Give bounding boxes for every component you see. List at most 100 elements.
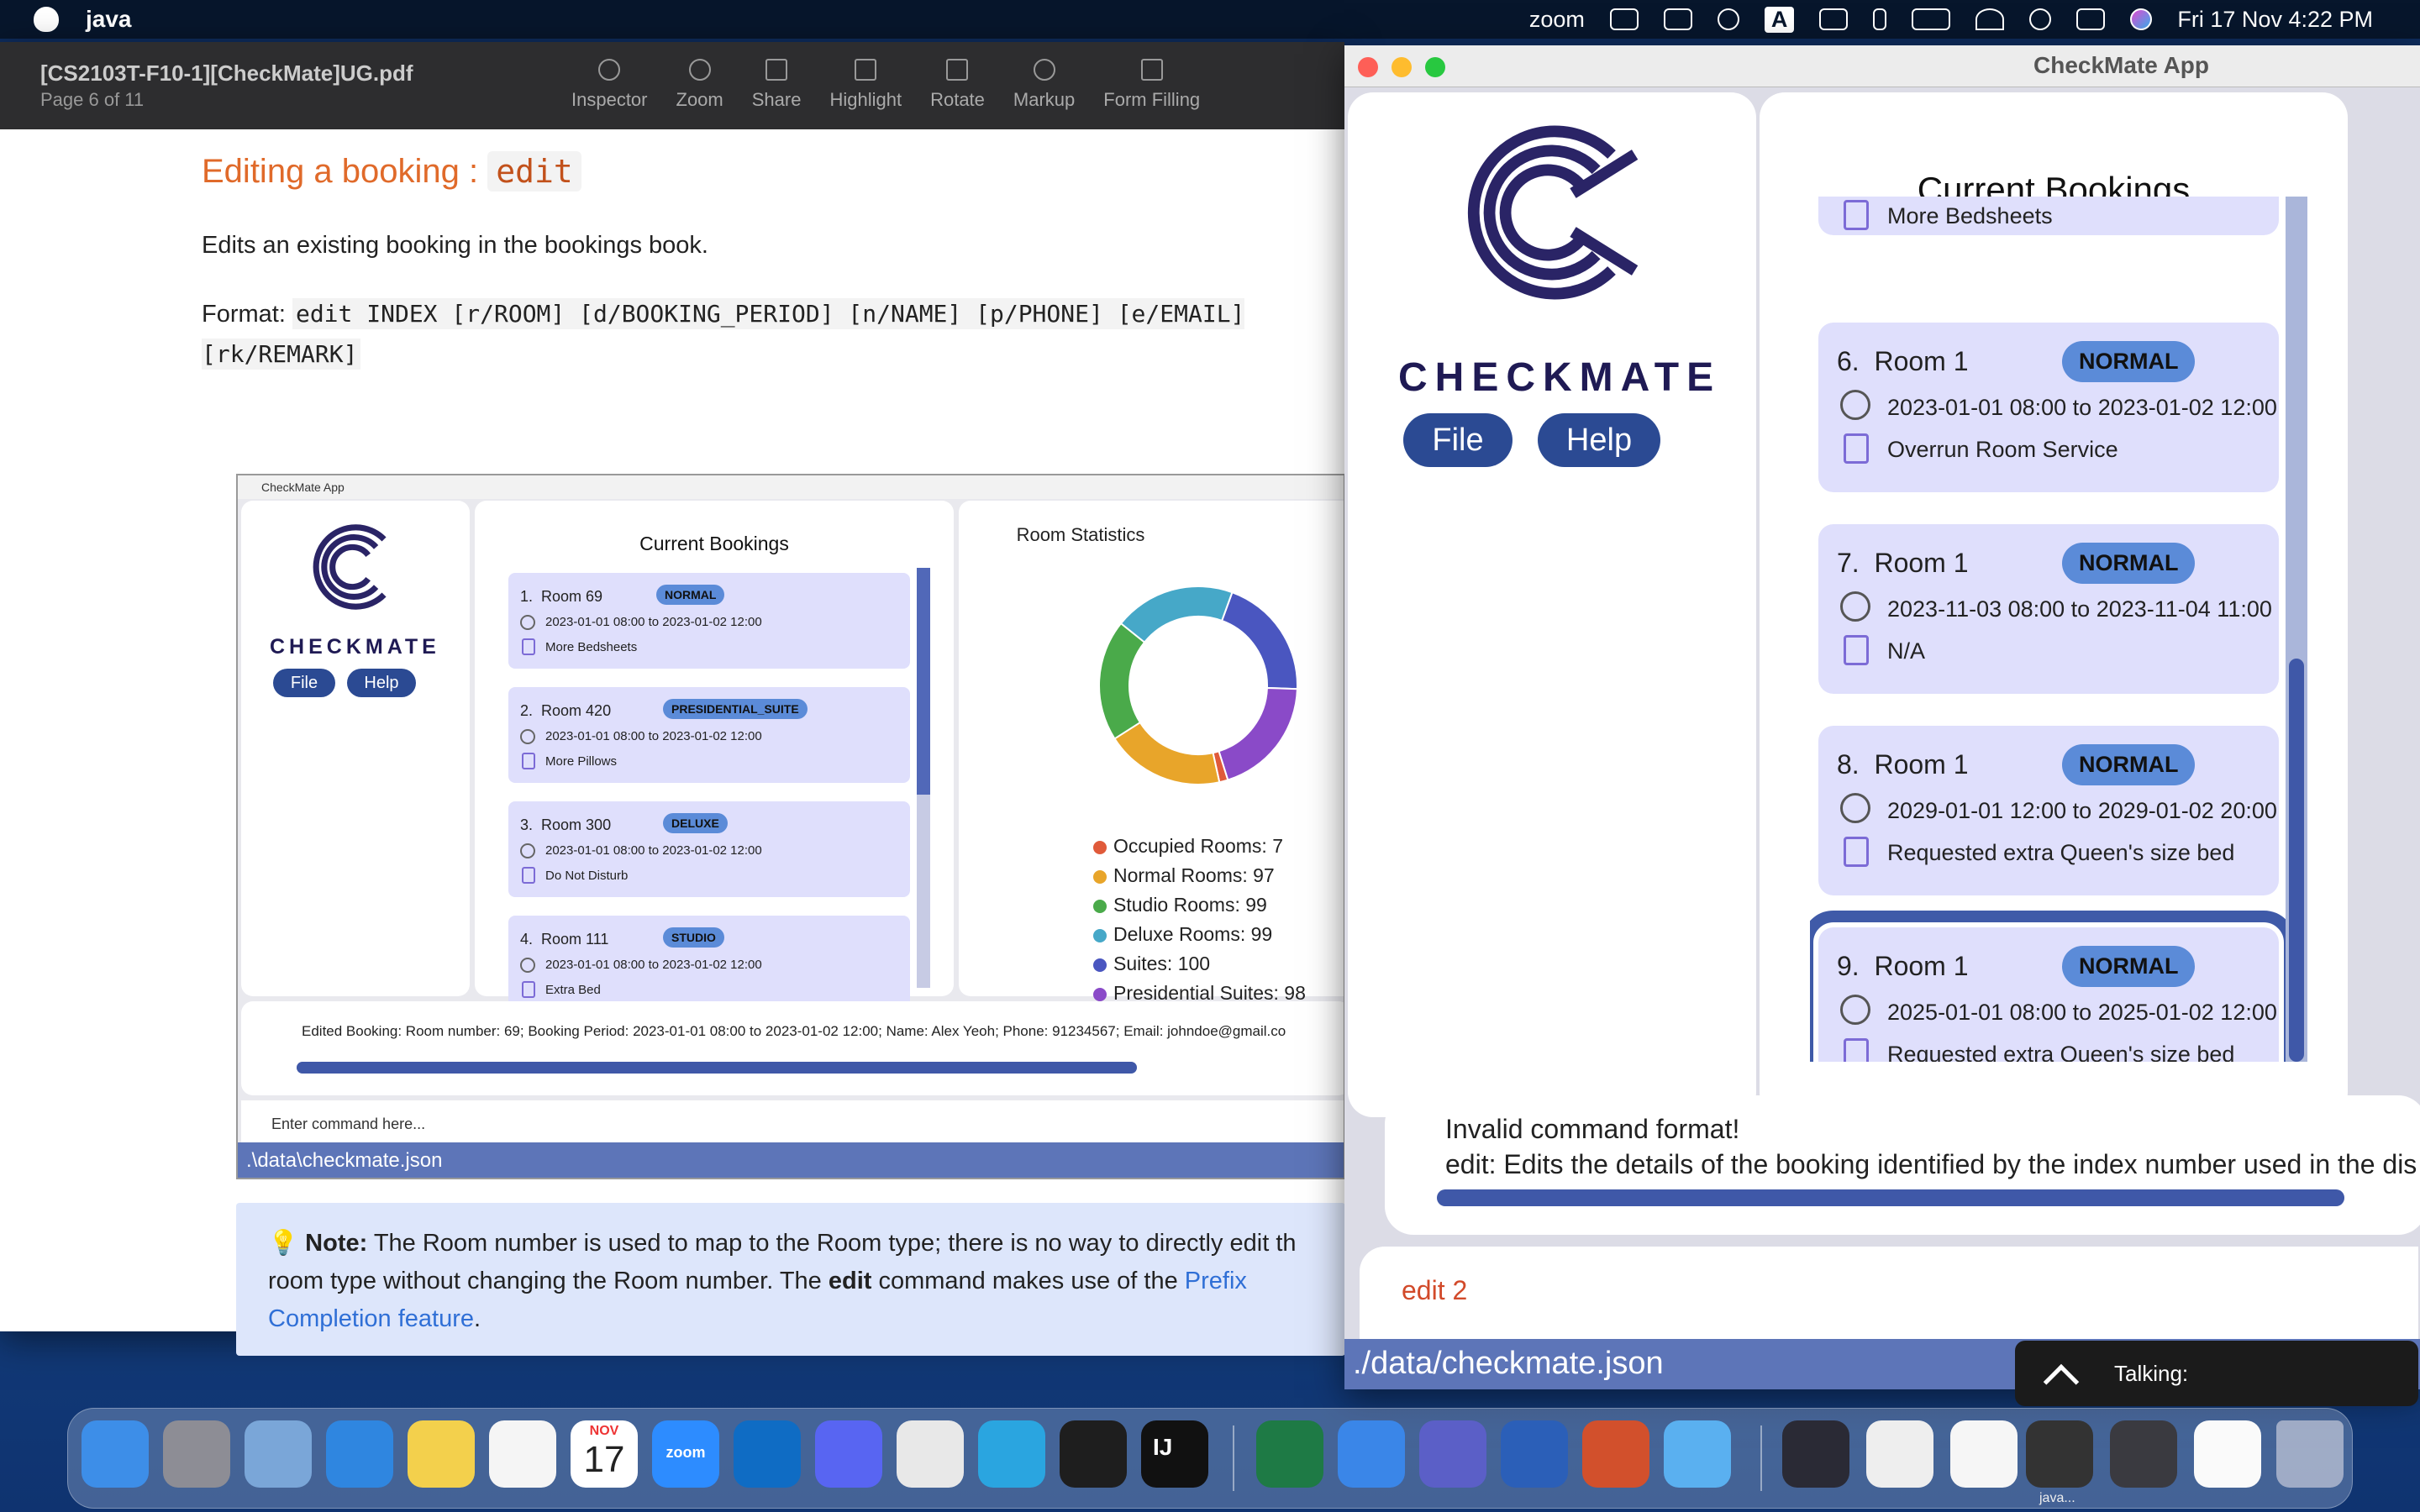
safari-icon[interactable] [326, 1420, 393, 1488]
help-button: Help [347, 669, 416, 697]
chrome-icon[interactable] [897, 1420, 964, 1488]
tool-label: Highlight [829, 89, 902, 110]
telegram-icon[interactable] [978, 1420, 1045, 1488]
scroll-thumb[interactable] [1437, 1189, 2344, 1206]
room-type-badge: NORMAL [2062, 946, 2196, 987]
minimized-window[interactable] [1866, 1420, 1933, 1488]
powerpoint-icon[interactable] [1582, 1420, 1649, 1488]
booking-remark: Requested extra Queen's size bed [1887, 1042, 2235, 1062]
calendar-icon[interactable]: NOV 17 [571, 1420, 638, 1488]
tool-label: Share [751, 89, 802, 110]
volume-icon[interactable] [1819, 8, 1849, 30]
scroll-thumb [917, 568, 930, 795]
remark-icon [1844, 200, 1869, 230]
section-heading: Editing a booking : edit [202, 151, 581, 192]
room-type-badge: STUDIO [663, 927, 724, 948]
wifi-icon[interactable] [1975, 8, 2005, 30]
trash-icon[interactable] [2276, 1420, 2344, 1488]
minimized-window[interactable] [2194, 1420, 2261, 1488]
booking-card-selected[interactable]: 9. Room 1 NORMAL 2025-01-01 08:00 to 202… [1810, 911, 2296, 1062]
outlook-icon[interactable] [1609, 8, 1639, 30]
chevron-up-icon[interactable] [2043, 1363, 2080, 1400]
highlight-button[interactable]: Highlight [829, 59, 902, 111]
active-app-name[interactable]: java [86, 6, 132, 33]
form-filling-button[interactable]: Form Filling [1103, 59, 1200, 111]
result-scrollbar[interactable] [1437, 1189, 2344, 1206]
moon-icon[interactable] [1717, 8, 1739, 30]
bookings-list[interactable]: More Bedsheets 6. Room 1 NORMAL 2023-01-… [1810, 197, 2365, 1062]
maps-icon[interactable] [1338, 1420, 1405, 1488]
room-label: Room 420 [541, 702, 612, 719]
booking-card[interactable]: 8. Room 1 NORMAL 2029-01-01 12:00 to 202… [1818, 726, 2279, 895]
close-icon[interactable] [1358, 57, 1378, 77]
booking-card[interactable]: 7. Room 1 NORMAL 2023-11-03 08:00 to 202… [1818, 524, 2279, 694]
legend-dot [1093, 958, 1107, 972]
booking-card[interactable]: 6. Room 1 NORMAL 2023-01-01 08:00 to 202… [1818, 323, 2279, 492]
intellij-icon[interactable]: IJ [1141, 1420, 1208, 1488]
minimized-window[interactable] [2110, 1420, 2177, 1488]
bookings-scrollbar[interactable] [2286, 197, 2307, 1062]
finder-icon[interactable] [82, 1420, 149, 1488]
zoom-button[interactable]: Zoom [676, 59, 723, 111]
zoom-menu-label[interactable]: zoom [1529, 7, 1585, 33]
minimized-window[interactable] [1782, 1420, 1849, 1488]
share-button[interactable]: Share [751, 59, 802, 111]
booking-period: 2023-11-03 08:00 to 2023-11-04 11:00 [1887, 596, 2272, 622]
result-error-title: Invalid command format! [1445, 1114, 1740, 1144]
freeform-icon[interactable] [489, 1420, 556, 1488]
vpn-icon[interactable] [1663, 8, 1692, 30]
booking-remark: N/A [1887, 638, 1926, 664]
minimize-icon[interactable] [1392, 57, 1412, 77]
bluetooth-icon[interactable] [1873, 8, 1887, 30]
legend-item: Studio Rooms: 99 [1093, 890, 1306, 920]
control-center-icon[interactable] [2076, 8, 2106, 30]
room-type-badge: PRESIDENTIAL_SUITE [663, 699, 808, 719]
markup-button[interactable]: Markup [1013, 59, 1075, 111]
minimized-window-label: java... [2039, 1491, 2075, 1505]
zoom-talking-popup[interactable]: Talking: [2015, 1341, 2418, 1406]
notes-icon[interactable] [408, 1420, 475, 1488]
outlook-icon[interactable] [734, 1420, 801, 1488]
booking-index: 3. [520, 816, 534, 833]
talking-label: Talking: [2114, 1361, 2189, 1386]
result-scrollbar [297, 1062, 1137, 1074]
discord-icon[interactable] [815, 1420, 882, 1488]
word-icon[interactable] [1501, 1420, 1568, 1488]
terminal-icon[interactable] [1060, 1420, 1127, 1488]
maximize-icon[interactable] [1425, 57, 1445, 77]
minimized-window[interactable]: java... [2026, 1420, 2093, 1505]
tool-label: Form Filling [1103, 89, 1201, 110]
format-label: Format: [202, 301, 292, 328]
tool-label: Rotate [930, 89, 985, 110]
launchpad-icon[interactable] [163, 1420, 230, 1488]
apple-icon[interactable] [34, 7, 59, 32]
completion-feature-link[interactable]: Completion feature [268, 1305, 474, 1332]
booking-remark: Overrun Room Service [1887, 437, 2118, 462]
scroll-thumb[interactable] [2289, 659, 2304, 1062]
booking-card: 2. Room 420 PRESIDENTIAL_SUITE 2023-01-0… [508, 687, 910, 783]
excel-icon[interactable] [1256, 1420, 1323, 1488]
room-type-badge: DELUXE [663, 813, 728, 833]
preview-icon[interactable] [245, 1420, 312, 1488]
booking-period: 2023-01-01 08:00 to 2023-01-02 12:00 [545, 729, 762, 743]
prefix-link[interactable]: Prefix [1185, 1268, 1247, 1294]
folder-icon[interactable] [1664, 1420, 1731, 1488]
datetime[interactable]: Fri 17 Nov 4:22 PM [2177, 7, 2373, 33]
help-button[interactable]: Help [1538, 413, 1660, 467]
search-icon[interactable] [2029, 8, 2052, 30]
format-line: Format: edit INDEX [r/ROOM] [d/BOOKING_P… [202, 294, 1328, 375]
minimized-window[interactable] [1950, 1420, 2018, 1488]
booking-card-partial[interactable]: More Bedsheets [1818, 197, 2279, 235]
window-title: CheckMate App [2033, 52, 2210, 78]
siri-icon[interactable] [2130, 8, 2153, 30]
booking-period: 2023-01-01 08:00 to 2023-01-02 12:00 [545, 958, 762, 972]
file-button[interactable]: File [1403, 413, 1512, 467]
battery-icon[interactable] [1912, 8, 1951, 30]
zoom-icon[interactable]: zoom [652, 1420, 719, 1488]
note-text: . [474, 1305, 481, 1332]
teams-icon[interactable] [1419, 1420, 1486, 1488]
command-input[interactable] [1402, 1275, 2158, 1306]
inspector-button[interactable]: Inspector [571, 59, 648, 111]
rotate-button[interactable]: Rotate [930, 59, 985, 111]
input-source-icon[interactable]: A [1764, 6, 1795, 33]
